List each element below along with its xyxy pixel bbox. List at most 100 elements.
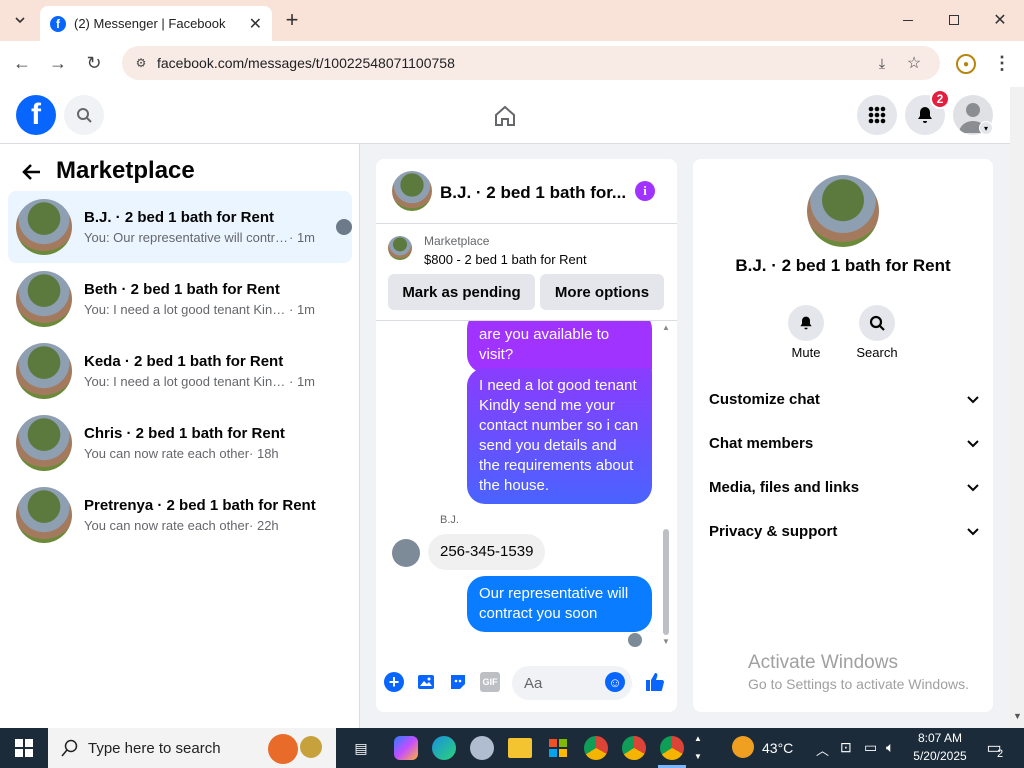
facebook-logo-icon[interactable]: f [16, 95, 56, 135]
chat-title[interactable]: B.J. · 2 bed 1 bath for... [440, 183, 626, 203]
close-tab-icon[interactable]: ✕ [249, 14, 262, 34]
section-label: Media, files and links [709, 479, 860, 496]
more-options-button[interactable]: More options [540, 274, 664, 310]
facebook-favicon-icon: f [50, 15, 66, 32]
chevron-down-icon [967, 391, 979, 408]
sender-avatar[interactable] [392, 539, 420, 567]
menu-grid-icon[interactable] [857, 95, 897, 135]
conversation-time: · 1m [289, 374, 315, 389]
chat-scrollbar[interactable] [663, 529, 669, 635]
site-info-icon[interactable]: ⚙ [132, 54, 150, 72]
taskbar-search[interactable]: Type here to search [48, 728, 336, 768]
section-chat-members[interactable]: Chat members [709, 435, 979, 452]
activate-windows-subtitle: Go to Settings to activate Windows. [748, 676, 969, 692]
message-bubble-outgoing: are you available to visit? [467, 321, 652, 373]
task-view-icon[interactable]: ▤ [350, 738, 372, 758]
conversation-name: Pretrenya · 2 bed 1 bath for Rent [84, 497, 316, 514]
conversation-item[interactable]: Chris · 2 bed 1 bath for Rent You can no… [8, 407, 352, 479]
conversation-item[interactable]: Keda · 2 bed 1 bath for Rent You: I need… [8, 335, 352, 407]
bookmark-star-icon[interactable]: ☆ [904, 53, 924, 73]
conversation-thumbnail [16, 199, 72, 255]
notification-center-count: 2 [997, 748, 1004, 760]
conversation-name: Keda · 2 bed 1 bath for Rent [84, 353, 284, 370]
chat-header-avatar[interactable] [392, 171, 432, 211]
chat-info-panel: B.J. · 2 bed 1 bath for Rent Mute Search… [693, 159, 993, 712]
restore-icon[interactable] [942, 8, 966, 32]
close-window-icon[interactable]: ✕ [988, 8, 1012, 32]
mute-label[interactable]: Mute [776, 345, 836, 360]
windows-start-icon[interactable] [12, 738, 36, 758]
mark-pending-button[interactable]: Mark as pending [388, 274, 535, 310]
address-bar[interactable]: ⚙ facebook.com/messages/t/10022548071100… [122, 46, 940, 80]
conversation-item[interactable]: B.J. · 2 bed 1 bath for Rent You: Our re… [8, 191, 352, 263]
chat-panel: B.J. · 2 bed 1 bath for... i Marketplace… [376, 159, 677, 712]
info-icon[interactable]: i [635, 181, 655, 201]
new-tab-icon[interactable]: + [280, 7, 304, 32]
profile-icon[interactable]: ● [956, 54, 976, 74]
section-media-files-links[interactable]: Media, files and links [709, 479, 979, 496]
conversation-name: B.J. · 2 bed 1 bath for Rent [84, 209, 275, 226]
chrome-profile-icon[interactable] [622, 736, 646, 760]
seen-avatar-icon [336, 219, 352, 235]
gallery-icon[interactable] [416, 672, 436, 692]
back-arrow-icon[interactable] [18, 160, 46, 184]
search-label[interactable]: Search [847, 345, 907, 360]
plus-icon[interactable]: + [384, 672, 404, 692]
section-customize-chat[interactable]: Customize chat [709, 391, 979, 408]
conversation-snippet: You can now rate each other [84, 446, 250, 461]
conversation-thumbnail [16, 271, 72, 327]
edge-icon[interactable] [432, 736, 456, 760]
sticker-icon[interactable] [448, 672, 468, 692]
meet-now-icon[interactable]: ⊡ [840, 739, 852, 756]
menu-kebab-icon[interactable]: ⋮ [993, 52, 1011, 74]
network-icon[interactable]: ▭ [864, 739, 877, 756]
notification-badge: 2 [930, 89, 950, 109]
chrome-profile-k-icon[interactable] [584, 736, 608, 760]
home-icon[interactable] [490, 101, 520, 131]
mute-bell-icon[interactable] [788, 305, 824, 341]
back-icon[interactable]: ← [10, 51, 34, 75]
weather-temp[interactable]: 43°C [762, 740, 793, 756]
paint-icon[interactable] [470, 736, 494, 760]
volume-icon[interactable]: 🔈︎ [886, 739, 894, 756]
browser-tab[interactable]: f (2) Messenger | Facebook ✕ [40, 6, 272, 41]
browser-tab-bar: f (2) Messenger | Facebook ✕ + ✕ [0, 0, 1024, 41]
section-privacy-support[interactable]: Privacy & support [709, 523, 979, 540]
copilot-icon[interactable] [394, 736, 418, 760]
conversation-thumbnail [16, 487, 72, 543]
clock-time[interactable]: 8:07 AM [912, 731, 968, 745]
conversation-time: · 22h [249, 518, 279, 533]
reload-icon[interactable]: ↻ [82, 51, 106, 75]
scroll-up-icon[interactable]: ▲ [662, 323, 670, 332]
minimize-icon[interactable] [896, 8, 920, 32]
emoji-icon[interactable]: ☺ [605, 672, 625, 692]
tab-list-icon[interactable] [8, 8, 32, 32]
activate-windows-title: Activate Windows [748, 652, 898, 673]
conversation-snippet: You: I need a lot good tenant Kindly s..… [84, 374, 289, 389]
clock-date[interactable]: 5/20/2025 [910, 749, 970, 763]
sender-name: B.J. [440, 514, 459, 526]
taskbar-overflow-icon[interactable]: ▲ ▼ [693, 730, 703, 766]
chrome-profile-active-icon[interactable] [660, 736, 684, 760]
search-highlight-flower-icon [268, 734, 298, 764]
page-scroll-down-icon[interactable]: ▼ [1013, 711, 1022, 721]
facebook-header: f 2 ▾ [0, 87, 1010, 144]
like-thumb-icon[interactable] [643, 670, 667, 694]
conversation-snippet: You: Our representative will contra... [84, 230, 289, 245]
listing-title[interactable]: $800 - 2 bed 1 bath for Rent [424, 252, 587, 267]
store-icon[interactable] [546, 736, 570, 760]
tray-chevron-icon[interactable]: ︿ [816, 740, 829, 759]
install-app-icon[interactable]: ⤓ [872, 53, 892, 73]
listing-photo[interactable] [807, 175, 879, 247]
file-explorer-icon[interactable] [508, 738, 532, 758]
conversation-item[interactable]: Beth · 2 bed 1 bath for Rent You: I need… [8, 263, 352, 335]
conversation-item[interactable]: Pretrenya · 2 bed 1 bath for Rent You ca… [8, 479, 352, 551]
account-chevron-icon[interactable]: ▾ [979, 121, 993, 135]
weather-icon[interactable] [732, 736, 754, 758]
search-conversation-icon[interactable] [859, 305, 895, 341]
scroll-down-icon[interactable]: ▼ [662, 637, 670, 646]
page-scrollbar[interactable]: ▼ [1010, 87, 1024, 728]
gif-icon[interactable]: GIF [480, 672, 500, 692]
search-icon[interactable] [64, 95, 104, 135]
forward-icon[interactable]: → [46, 51, 70, 75]
